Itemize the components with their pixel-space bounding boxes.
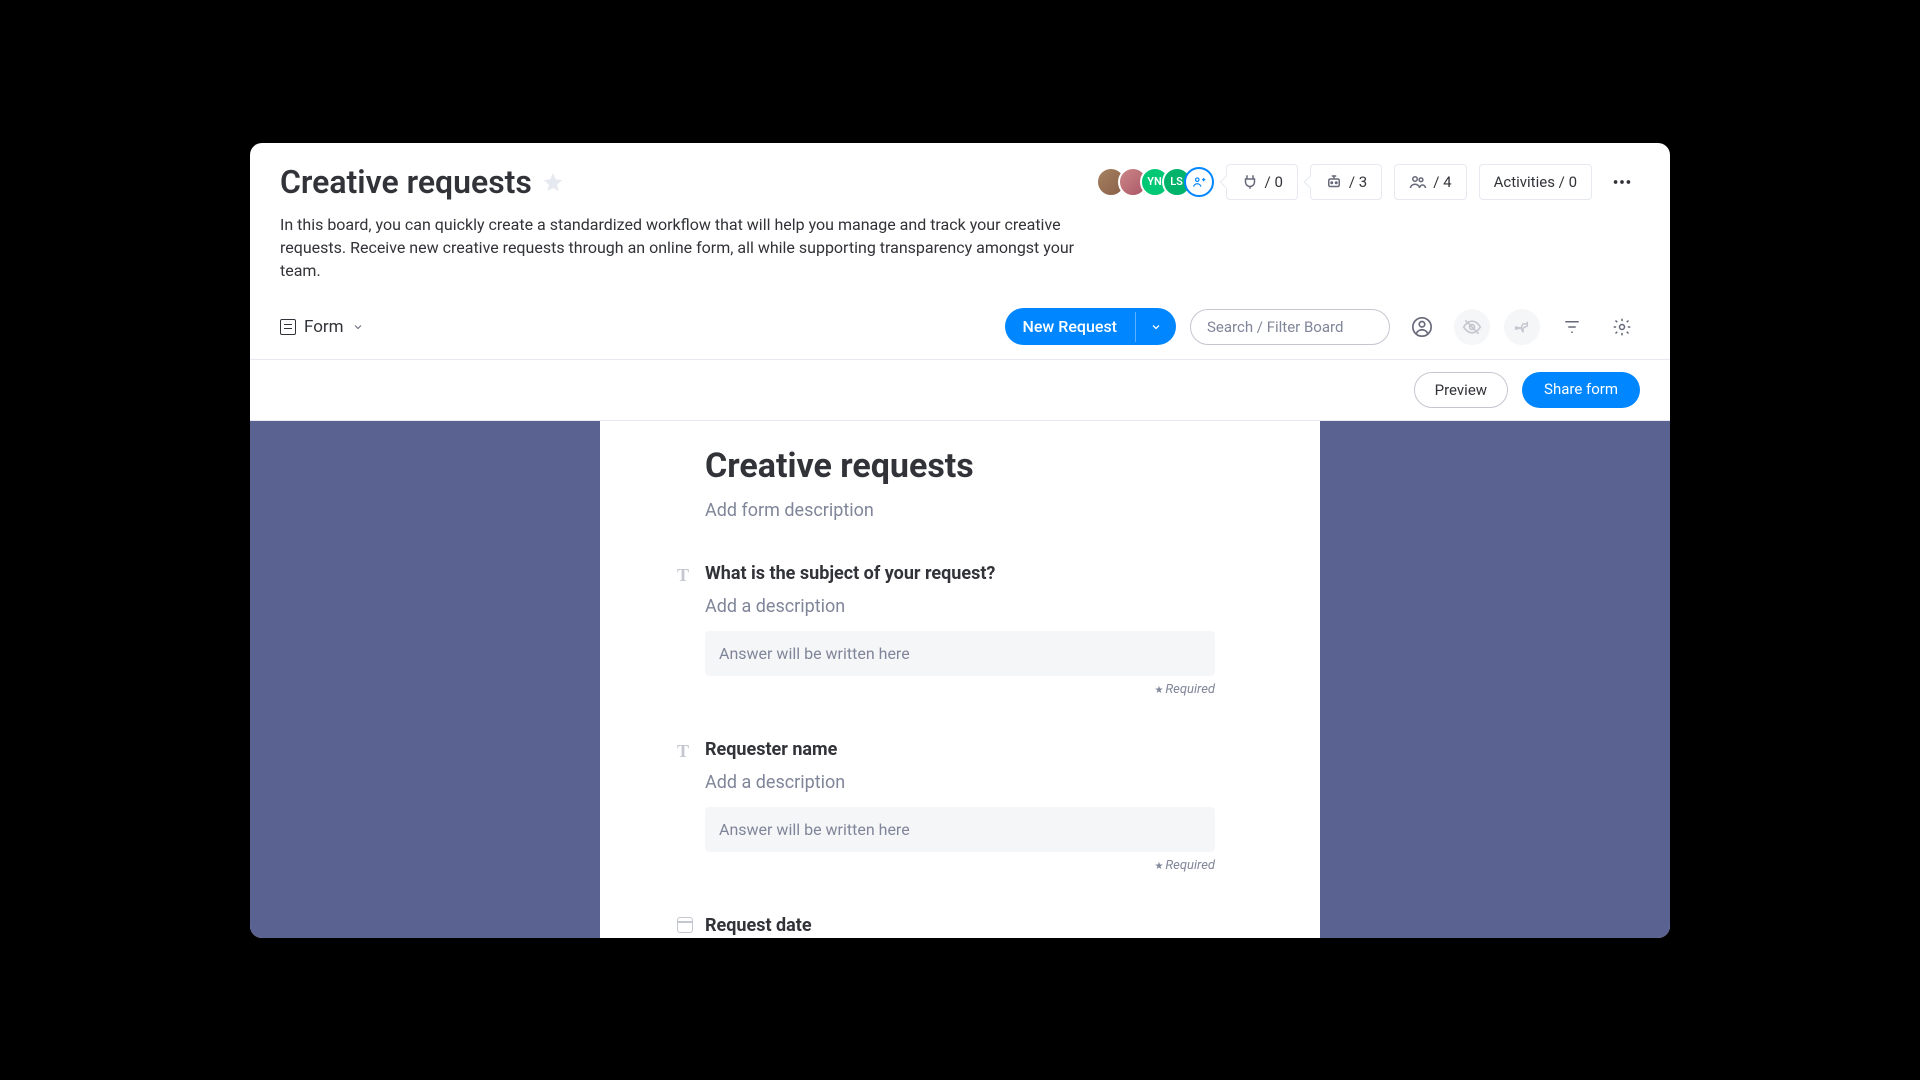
chevron-down-icon (1150, 321, 1162, 333)
gear-icon (1612, 317, 1632, 337)
people-icon (1409, 173, 1427, 191)
new-request-label: New Request (1005, 308, 1136, 345)
form-title[interactable]: Creative requests (705, 446, 1215, 486)
toolbar-right: New Request (1005, 308, 1641, 345)
form-canvas: Creative requests Add form description T… (250, 421, 1670, 937)
required-label: Required (705, 682, 1215, 697)
robot-icon (1325, 173, 1343, 191)
form-question[interactable]: Request date Add a description MMM DD YY… (705, 915, 1215, 937)
form-question[interactable]: T Requester name Add a description Answe… (705, 739, 1215, 873)
plug-icon (1241, 173, 1259, 191)
integrations-count: / 0 (1265, 173, 1283, 191)
invite-avatar[interactable] (1184, 167, 1214, 197)
more-menu-button[interactable] (1604, 164, 1640, 200)
board-toolbar: Form New Request (250, 294, 1670, 360)
preview-button[interactable]: Preview (1414, 372, 1508, 408)
app-window: Creative requests YN LS / 0 / 3 (250, 143, 1670, 938)
title-row: Creative requests YN LS / 0 / 3 (280, 163, 1640, 201)
question-title[interactable]: Requester name (705, 739, 1215, 760)
question-description-placeholder[interactable]: Add a description (705, 772, 1215, 793)
settings-button[interactable] (1604, 309, 1640, 345)
eye-off-icon (1462, 317, 1482, 337)
form-question[interactable]: T What is the subject of your request? A… (705, 563, 1215, 697)
answer-placeholder: Answer will be written here (705, 807, 1215, 852)
chevron-down-icon (352, 321, 364, 333)
required-label: Required (705, 858, 1215, 873)
dots-icon (1611, 171, 1633, 193)
title-left: Creative requests (280, 163, 564, 201)
automations-count: / 3 (1349, 173, 1367, 191)
search-input[interactable] (1190, 309, 1390, 345)
person-filter-button[interactable] (1404, 309, 1440, 345)
form-subbar: Preview Share form (250, 360, 1670, 421)
text-type-icon: T (677, 741, 689, 762)
answer-placeholder: Answer will be written here (705, 631, 1215, 676)
question-description-placeholder[interactable]: Add a description (705, 596, 1215, 617)
view-label: Form (304, 317, 344, 337)
date-type-icon (677, 917, 693, 937)
hide-button[interactable] (1454, 309, 1490, 345)
favorite-star-icon[interactable] (542, 171, 564, 193)
new-request-button[interactable]: New Request (1005, 308, 1177, 345)
form-icon (280, 319, 296, 335)
new-request-dropdown[interactable] (1135, 312, 1176, 342)
person-icon (1411, 316, 1433, 338)
board-avatars[interactable]: YN LS (1104, 167, 1214, 197)
members-chip[interactable]: / 4 (1394, 164, 1466, 200)
question-title[interactable]: What is the subject of your request? (705, 563, 1215, 584)
pin-button[interactable] (1504, 309, 1540, 345)
pin-icon (1513, 318, 1531, 336)
form-description-placeholder[interactable]: Add form description (705, 500, 1215, 521)
automations-chip[interactable]: / 3 (1310, 164, 1382, 200)
activities-chip[interactable]: Activities / 0 (1479, 164, 1592, 200)
members-count: / 4 (1433, 173, 1451, 191)
view-selector[interactable]: Form (280, 317, 364, 337)
share-form-button[interactable]: Share form (1522, 372, 1640, 408)
integrations-chip[interactable]: / 0 (1226, 164, 1298, 200)
board-header: Creative requests YN LS / 0 / 3 (250, 143, 1670, 283)
title-right: YN LS / 0 / 3 / 4 Activities / 0 (1104, 164, 1640, 200)
filter-button[interactable] (1554, 309, 1590, 345)
activities-label: Activities / 0 (1494, 173, 1577, 191)
filter-icon (1563, 318, 1581, 336)
form-card: Creative requests Add form description T… (600, 421, 1320, 937)
text-type-icon: T (677, 565, 689, 586)
board-description[interactable]: In this board, you can quickly create a … (280, 213, 1110, 283)
board-title[interactable]: Creative requests (280, 163, 532, 201)
question-title[interactable]: Request date (705, 915, 1215, 936)
